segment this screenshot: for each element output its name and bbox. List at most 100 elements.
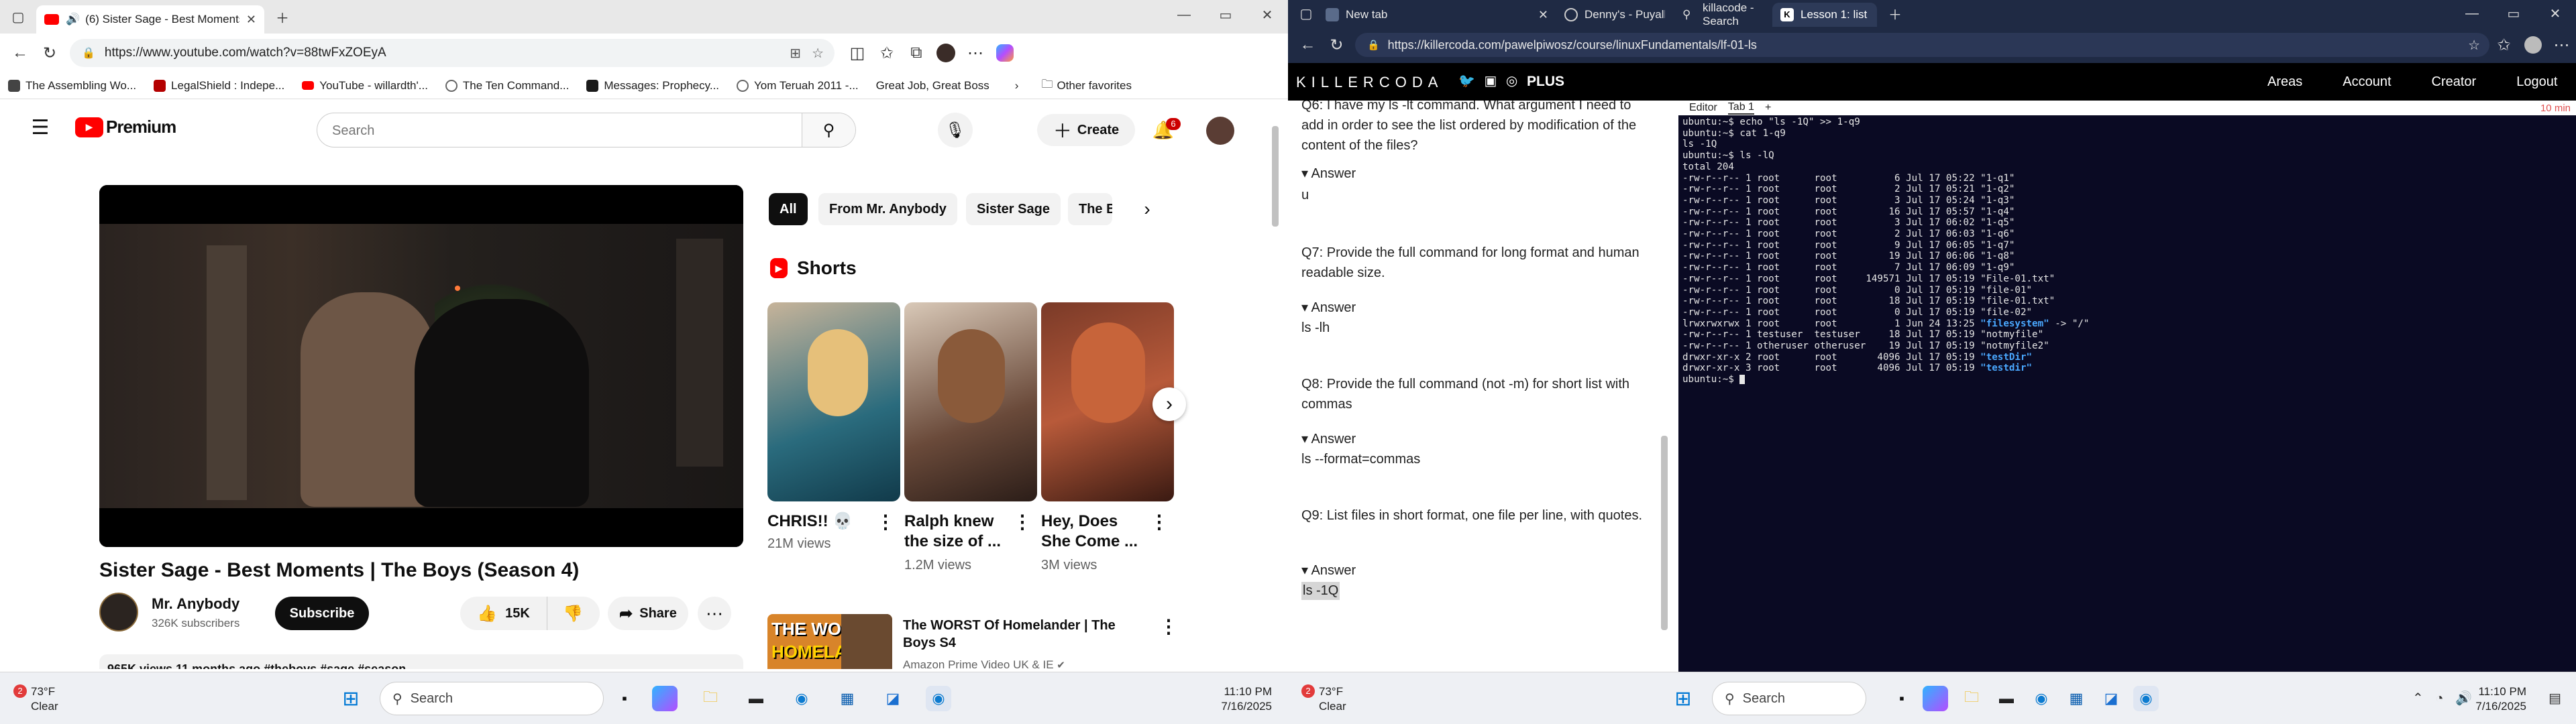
more-menu-icon[interactable]: ⋯ xyxy=(961,38,990,68)
url-field[interactable]: 🔒 https://www.youtube.com/watch?v=88twFx… xyxy=(70,39,835,67)
collections-icon[interactable]: ⧉ xyxy=(902,38,931,68)
store-icon[interactable]: ▦ xyxy=(2063,686,2089,711)
like-button[interactable]: 👍 15K xyxy=(460,597,547,630)
site-info-icon[interactable]: 🔒 xyxy=(1367,39,1380,51)
microphone-icon[interactable]: 🎙 xyxy=(938,113,973,147)
speaker-icon[interactable]: 🔊 xyxy=(66,13,80,26)
tab-lesson[interactable]: K Lesson 1: list files | Pawel Piwosz xyxy=(1772,3,1877,27)
edge-active-icon[interactable]: ◉ xyxy=(926,686,951,711)
close-window-icon[interactable]: ✕ xyxy=(2534,0,2576,27)
notification-center-icon[interactable]: ▤ xyxy=(2548,690,2561,707)
dislike-button[interactable]: 👎 xyxy=(547,597,598,630)
social-icons[interactable]: 🐦 ▣ ◎ xyxy=(1458,72,1517,89)
back-icon[interactable]: ← xyxy=(5,38,35,68)
start-icon[interactable]: ⊞ xyxy=(338,686,364,711)
nav-account[interactable]: Account xyxy=(2343,74,2391,90)
refresh-icon[interactable]: ↻ xyxy=(35,38,64,68)
edge-icon[interactable]: ◉ xyxy=(2029,686,2054,711)
bookmark-item[interactable]: Great Job, Great Boss xyxy=(876,79,989,93)
plus-link[interactable]: PLUS xyxy=(1527,74,1564,90)
share-button[interactable]: ➦ Share xyxy=(608,597,688,630)
clock[interactable]: 11:10 PM 7/16/2025 xyxy=(1221,684,1272,714)
new-tab-icon[interactable]: ＋ xyxy=(271,5,294,28)
chips-next-icon[interactable]: › xyxy=(1134,196,1161,223)
terminal-app-icon[interactable]: ▬ xyxy=(1994,686,2019,711)
more-menu-icon[interactable]: ⋯ xyxy=(2547,30,2576,60)
taskbar-search[interactable]: ⚲ Search xyxy=(1712,682,1866,715)
tab-dennys[interactable]: Denny's - Puyallup - 8892 Splash xyxy=(1556,3,1674,27)
bookmark-item[interactable]: LegalShield : Indepe... xyxy=(154,79,284,93)
nav-areas[interactable]: Areas xyxy=(2267,74,2302,90)
rec-thumbnail[interactable]: THE WORST HOMELANDER xyxy=(767,614,892,669)
terminal-panel[interactable]: Editor Tab 1 + 10 min ubuntu:~$ echo "ls… xyxy=(1678,101,2576,672)
short-thumbnail[interactable] xyxy=(767,302,900,501)
bookmark-item[interactable]: Messages: Prophecy... xyxy=(586,79,719,93)
store-icon[interactable]: ▦ xyxy=(835,686,860,711)
bookmark-item[interactable]: The Ten Command... xyxy=(445,79,569,93)
tab-youtube[interactable]: 🔊 (6) Sister Sage - Best Moments ✕ xyxy=(36,5,264,34)
tab-search[interactable]: ⚲ killacode - Search xyxy=(1674,1,1772,27)
account-avatar[interactable] xyxy=(1206,117,1234,145)
edge-icon[interactable]: ◉ xyxy=(789,686,814,711)
start-icon[interactable]: ⊞ xyxy=(1670,686,1696,711)
search-icon[interactable]: ⚲ xyxy=(802,113,855,147)
subscribe-button[interactable]: Subscribe xyxy=(275,597,369,630)
file-explorer-icon[interactable]: 🗀 xyxy=(698,686,723,711)
close-window-icon[interactable]: ✕ xyxy=(1246,0,1288,29)
back-icon[interactable]: ← xyxy=(1293,30,1322,60)
chip-sister-sage[interactable]: Sister Sage xyxy=(966,193,1061,225)
terminal-app-icon[interactable]: ▬ xyxy=(743,686,769,711)
copilot-taskbar-icon[interactable] xyxy=(652,686,678,711)
short-title[interactable]: CHRIS!! 💀 xyxy=(767,511,875,532)
app-icon[interactable]: ◪ xyxy=(880,686,906,711)
page-scrollbar[interactable] xyxy=(1272,126,1279,227)
hamburger-menu-icon[interactable]: ☰ xyxy=(25,113,55,142)
minimize-icon[interactable]: — xyxy=(2451,0,2493,27)
refresh-icon[interactable]: ↻ xyxy=(1322,30,1351,60)
minimize-icon[interactable]: — xyxy=(1163,0,1205,29)
youtube-logo[interactable]: ▶ Premium xyxy=(75,117,176,137)
rec-title[interactable]: The WORST Of Homelander | The Boys S4 xyxy=(903,617,1124,652)
close-tab-icon[interactable]: ✕ xyxy=(1538,8,1548,22)
bookmark-item[interactable]: YouTube - willardth'... xyxy=(302,79,428,93)
video-player[interactable] xyxy=(99,185,743,547)
system-tray-icons[interactable]: ⌃ ◔ 🔊 xyxy=(2412,690,2472,707)
favorite-star-icon[interactable]: ☆ xyxy=(812,45,824,62)
copilot-taskbar-icon[interactable] xyxy=(1923,686,1948,711)
short-thumbnail[interactable] xyxy=(904,302,1037,501)
favorites-icon[interactable]: ✩ xyxy=(2489,30,2518,60)
app-icon[interactable]: ◪ xyxy=(2098,686,2124,711)
profile-avatar-icon[interactable] xyxy=(931,38,961,68)
channel-name[interactable]: Mr. Anybody xyxy=(152,595,239,613)
favorite-star-icon[interactable]: ☆ xyxy=(2468,37,2480,54)
create-button[interactable]: ＋ Create xyxy=(1037,114,1135,146)
edge-active-icon[interactable]: ◉ xyxy=(2133,686,2159,711)
lesson-scrollbar[interactable] xyxy=(1661,436,1668,630)
search-input[interactable] xyxy=(317,113,855,147)
answer-toggle[interactable]: ▾ Answer xyxy=(1301,299,1356,316)
new-tab-icon[interactable]: ＋ xyxy=(1884,2,1907,25)
favorites-icon[interactable]: ✩ xyxy=(872,38,902,68)
nav-logout[interactable]: Logout xyxy=(2516,74,2557,90)
url-field[interactable]: 🔒 https://killercoda.com/pawelpiwosz/cou… xyxy=(1354,33,2490,57)
bookmark-item[interactable]: The Assembling Wo... xyxy=(8,79,136,93)
chip-all[interactable]: All xyxy=(769,193,808,225)
shorts-next-icon[interactable]: › xyxy=(1152,387,1186,421)
site-info-icon[interactable]: 🔒 xyxy=(82,46,95,60)
tab-actions-icon[interactable]: ▢ xyxy=(7,5,30,28)
add-terminal-tab[interactable]: + xyxy=(1765,102,1771,114)
tab-editor[interactable]: Editor xyxy=(1689,102,1717,114)
profile-avatar-icon[interactable] xyxy=(2518,30,2547,60)
short-options-icon[interactable]: ⋮ xyxy=(876,511,895,533)
maximize-icon[interactable]: ▭ xyxy=(1205,0,1246,29)
more-actions-icon[interactable]: ⋯ xyxy=(698,597,731,630)
answer-toggle[interactable]: ▾ Answer xyxy=(1301,430,1356,447)
rec-options-icon[interactable]: ⋮ xyxy=(1159,615,1178,638)
answer-toggle[interactable]: ▾ Answer xyxy=(1301,562,1356,579)
short-title[interactable]: Ralph knew the size of ... xyxy=(904,511,1012,552)
split-screen-icon[interactable]: ◫ xyxy=(843,38,872,68)
chip-from-channel[interactable]: From Mr. Anybody xyxy=(818,193,957,225)
killercoda-logo[interactable]: KILLERCODA xyxy=(1296,74,1443,91)
weather-widget[interactable]: 2 73°F Clear xyxy=(13,684,58,714)
short-options-icon[interactable]: ⋮ xyxy=(1150,511,1169,533)
